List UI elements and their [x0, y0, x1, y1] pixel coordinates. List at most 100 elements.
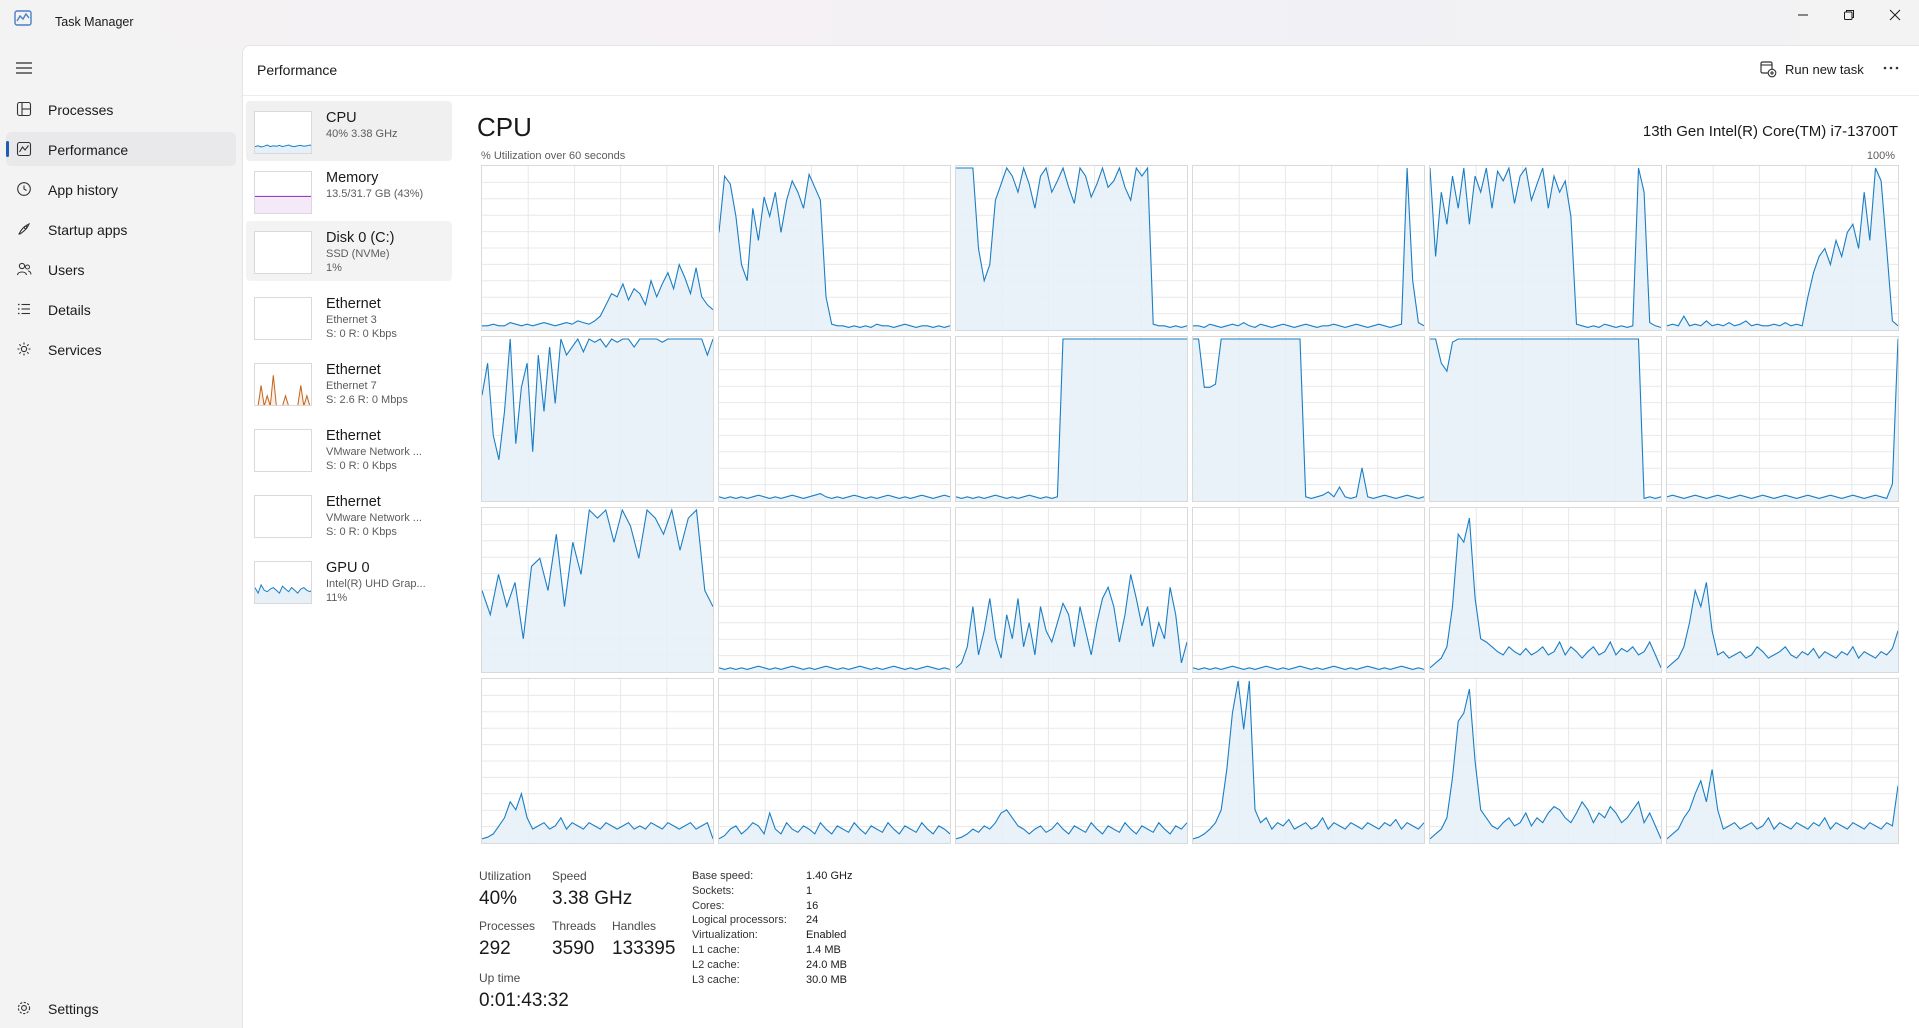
nav-item-services[interactable]: Services [6, 332, 236, 366]
cpu-core-chart [482, 166, 713, 330]
cpu-core-graph-12 [481, 507, 714, 673]
cpu-core-chart [1193, 166, 1424, 330]
run-new-task-button[interactable]: Run new task [1759, 54, 1864, 84]
device-detail: VMware Network ... [326, 512, 422, 524]
device-thumbnail-graph [255, 232, 312, 274]
cpu-core-graph-6 [481, 336, 714, 502]
cpu-core-graph-2 [955, 165, 1188, 331]
spec-key: Logical processors: [692, 914, 787, 927]
device-item-ethernet-6[interactable]: Ethernet VMware Network ... S: 0 R: 0 Kbps [246, 485, 452, 545]
cpu-core-chart [956, 337, 1187, 501]
cpu-core-chart [719, 508, 950, 672]
device-detail: 40% 3.38 GHz [326, 128, 398, 140]
services-icon [17, 342, 31, 356]
speed-label: Speed [552, 869, 587, 883]
utilization-axis-label: % Utilization over 60 seconds [481, 150, 626, 162]
utilization-value: 40% [479, 888, 518, 909]
cpu-model: 13th Gen Intel(R) Core(TM) i7-13700T [1642, 123, 1898, 140]
cpu-core-chart [1430, 679, 1661, 843]
device-thumbnail [254, 171, 312, 214]
device-name: CPU [326, 110, 357, 126]
device-thumbnail-graph [255, 583, 311, 603]
device-item-ethernet-5[interactable]: Ethernet VMware Network ... S: 0 R: 0 Kbps [246, 419, 452, 479]
cpu-core-chart [1667, 508, 1898, 672]
minimize-icon [1798, 14, 1808, 16]
details-icon [18, 303, 30, 315]
device-detail: VMware Network ... [326, 446, 422, 458]
close-button[interactable] [1872, 0, 1918, 30]
core-utilization-area [719, 813, 950, 843]
device-item-ethernet-4[interactable]: Ethernet Ethernet 7 S: 2.6 R: 0 Mbps [246, 353, 452, 413]
cpu-core-graph-8 [955, 336, 1188, 502]
nav-item-startup-apps[interactable]: Startup apps [6, 212, 236, 246]
cpu-core-chart [956, 508, 1187, 672]
device-thumbnail [254, 429, 312, 472]
cpu-core-chart [1667, 166, 1898, 330]
nav-label: App history [48, 182, 119, 198]
nav-item-settings[interactable]: Settings [6, 991, 236, 1025]
navigation-pane: Processes Performance App history Startu… [0, 44, 240, 1028]
nav-label: Performance [48, 142, 129, 158]
cpu-core-chart [1667, 337, 1898, 501]
cpu-core-chart [719, 679, 950, 843]
restore-button[interactable] [1826, 0, 1872, 30]
spec-value: 30.0 MB [806, 973, 847, 986]
core-utilization-area [719, 174, 950, 330]
thumbnail-area [255, 196, 311, 213]
device-item-memory-1[interactable]: Memory 13.5/31.7 GB (43%) [246, 161, 452, 221]
core-utilization-area [956, 339, 1187, 501]
cpu-core-graph-9 [1192, 336, 1425, 502]
core-utilization-area [1430, 339, 1661, 501]
device-detail: Ethernet 7 [326, 380, 377, 392]
spec-value: 1 [806, 884, 813, 897]
device-item-gpu-0-7[interactable]: GPU 0 Intel(R) UHD Grap... 11% [246, 551, 452, 611]
nav-item-details[interactable]: Details [6, 292, 236, 326]
minimize-button[interactable] [1780, 0, 1826, 30]
cpu-core-chart [956, 679, 1187, 843]
startup-apps-icon [18, 222, 31, 235]
spec-key: Base speed: [692, 870, 754, 882]
handles-value: 133395 [612, 938, 676, 959]
spec-value: 24.0 MB [806, 958, 847, 971]
device-thumbnail [254, 231, 312, 274]
main-panel: Performance Run new task CPU 40% 3.38 GHz… [242, 45, 1919, 1028]
cpu-core-graph-14 [955, 507, 1188, 673]
cpu-core-graph-22 [1429, 678, 1662, 844]
device-item-cpu-0[interactable]: CPU 40% 3.38 GHz [246, 101, 452, 161]
cpu-core-chart [482, 337, 713, 501]
nav-label: Startup apps [48, 222, 128, 238]
nav-label: Details [48, 302, 91, 318]
close-icon [1889, 9, 1901, 21]
device-detail-secondary: S: 0 R: 0 Kbps [326, 328, 397, 340]
cpu-core-chart [1430, 166, 1661, 330]
cpu-core-graph-7 [718, 336, 951, 502]
device-detail-secondary: S: 0 R: 0 Kbps [326, 460, 397, 472]
core-utilization-area [1667, 168, 1898, 330]
nav-item-users[interactable]: Users [6, 252, 236, 286]
nav-item-app-history[interactable]: App history [6, 172, 236, 206]
spec-value: 24 [806, 914, 819, 927]
device-detail: Ethernet 3 [326, 314, 377, 326]
header-divider [243, 95, 1919, 96]
uptime-value: 0:01:43:32 [479, 990, 569, 1011]
device-name: Ethernet [326, 362, 381, 378]
nav-item-processes[interactable]: Processes [6, 92, 236, 126]
core-utilization-area [482, 339, 713, 501]
nav-label: Processes [48, 102, 114, 118]
core-utilization-area [1667, 769, 1898, 843]
more-options-button[interactable] [1881, 58, 1901, 78]
cpu-core-chart [1430, 337, 1661, 501]
device-item-disk-0-c-2[interactable]: Disk 0 (C:) SSD (NVMe) 1% [246, 221, 452, 281]
cpu-core-graph-10 [1429, 336, 1662, 502]
nav-item-performance[interactable]: Performance [6, 132, 236, 166]
device-detail: 13.5/31.7 GB (43%) [326, 188, 424, 200]
device-item-ethernet-3[interactable]: Ethernet Ethernet 3 S: 0 R: 0 Kbps [246, 287, 452, 347]
performance-icon [16, 141, 32, 157]
device-name: Disk 0 (C:) [326, 230, 395, 246]
restore-icon [1844, 10, 1854, 20]
device-name: GPU 0 [326, 560, 370, 576]
device-thumbnail-graph [255, 144, 311, 153]
spec-key: Virtualization: [692, 929, 758, 942]
handles-label: Handles [612, 919, 657, 933]
hamburger-icon[interactable] [14, 60, 34, 76]
